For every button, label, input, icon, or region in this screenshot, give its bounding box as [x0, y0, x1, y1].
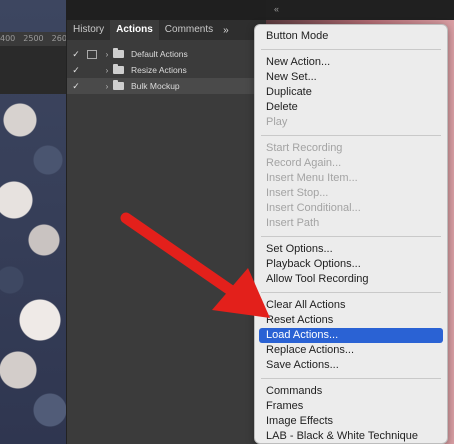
checkmark-icon[interactable]: ✓ — [67, 65, 85, 76]
actions-panel: History Actions Comments » ✓ › Default A… — [66, 20, 266, 444]
tab-comments[interactable]: Comments — [159, 20, 219, 40]
menu-item-playback-options[interactable]: Playback Options... — [255, 257, 447, 272]
menu-item-reset-actions[interactable]: Reset Actions — [255, 313, 447, 328]
canvas-dark-area — [0, 46, 66, 94]
action-set-name: Resize Actions — [131, 65, 187, 75]
expand-arrow-icon[interactable]: › — [101, 82, 113, 91]
menu-item-insert-conditional: Insert Conditional... — [266, 202, 361, 214]
menu-item-new-action[interactable]: New Action... — [255, 55, 447, 70]
menu-item-frames[interactable]: Frames — [255, 399, 447, 414]
tab-actions[interactable]: Actions — [110, 20, 159, 40]
folder-icon — [113, 48, 124, 58]
horizontal-ruler: 400 2500 2600 — [0, 32, 72, 46]
dialog-toggle-icon[interactable] — [87, 49, 97, 59]
action-set-name: Default Actions — [131, 49, 188, 59]
menu-item-load-actions[interactable]: Load Actions... — [259, 328, 443, 343]
action-set-row[interactable]: ✓ › Default Actions — [67, 46, 266, 62]
menu-item-duplicate[interactable]: Duplicate — [255, 85, 447, 100]
menu-item-button-mode[interactable]: Button Mode — [255, 29, 447, 44]
checkmark-icon[interactable]: ✓ — [67, 49, 85, 60]
menu-item-new-set[interactable]: New Set... — [255, 70, 447, 85]
menu-separator — [261, 49, 441, 50]
menu-item-set-options[interactable]: Set Options... — [255, 242, 447, 257]
menu-item-insert-menu-item: Insert Menu Item... — [266, 172, 358, 184]
menu-item-start-recording: Start Recording — [266, 142, 343, 154]
menu-item-insert-stop: Insert Stop... — [266, 187, 329, 199]
menu-item-save-actions[interactable]: Save Actions... — [255, 358, 447, 373]
menu-separator — [261, 135, 441, 136]
checkmark-icon[interactable]: ✓ — [67, 81, 85, 92]
menu-item-play: Play — [266, 116, 288, 128]
menu-item-record-again: Record Again... — [266, 157, 342, 169]
collapse-panels-icon[interactable]: « — [274, 4, 279, 14]
action-set-row[interactable]: ✓ › Resize Actions — [67, 62, 266, 78]
menu-item-image-effects[interactable]: Image Effects — [255, 414, 447, 429]
menu-item-insert-path: Insert Path — [266, 217, 320, 229]
panel-tabs: History Actions Comments » — [67, 20, 266, 40]
menu-item-replace-actions[interactable]: Replace Actions... — [255, 343, 447, 358]
folder-icon — [113, 64, 124, 74]
menu-item-delete[interactable]: Delete — [255, 100, 447, 115]
menu-separator — [261, 292, 441, 293]
menu-item-commands[interactable]: Commands — [255, 384, 447, 399]
right-dark-strip — [266, 0, 454, 20]
action-set-name: Bulk Mockup — [131, 81, 180, 91]
expand-arrow-icon[interactable]: › — [101, 50, 113, 59]
actions-panel-flyout-menu: Button Mode New Action... New Set... Duplic… — [254, 24, 448, 444]
expand-arrow-icon[interactable]: › — [101, 66, 113, 75]
tab-history[interactable]: History — [67, 20, 110, 40]
menu-separator — [261, 378, 441, 379]
folder-icon — [113, 80, 124, 90]
menu-item-lab-black-white-technique[interactable]: LAB - Black & White Technique — [255, 429, 447, 443]
menu-separator — [261, 236, 441, 237]
ruler-mark: 2500 — [23, 34, 44, 43]
ruler-mark: 400 — [0, 34, 16, 43]
menu-item-clear-all-actions[interactable]: Clear All Actions — [255, 298, 447, 313]
menu-item-allow-tool-recording[interactable]: Allow Tool Recording — [255, 272, 447, 287]
more-panels-icon[interactable]: » — [223, 25, 229, 36]
action-sets-list: ✓ › Default Actions ✓ › Resize Actions ✓… — [67, 40, 266, 94]
action-set-row[interactable]: ✓ › Bulk Mockup — [67, 78, 266, 94]
